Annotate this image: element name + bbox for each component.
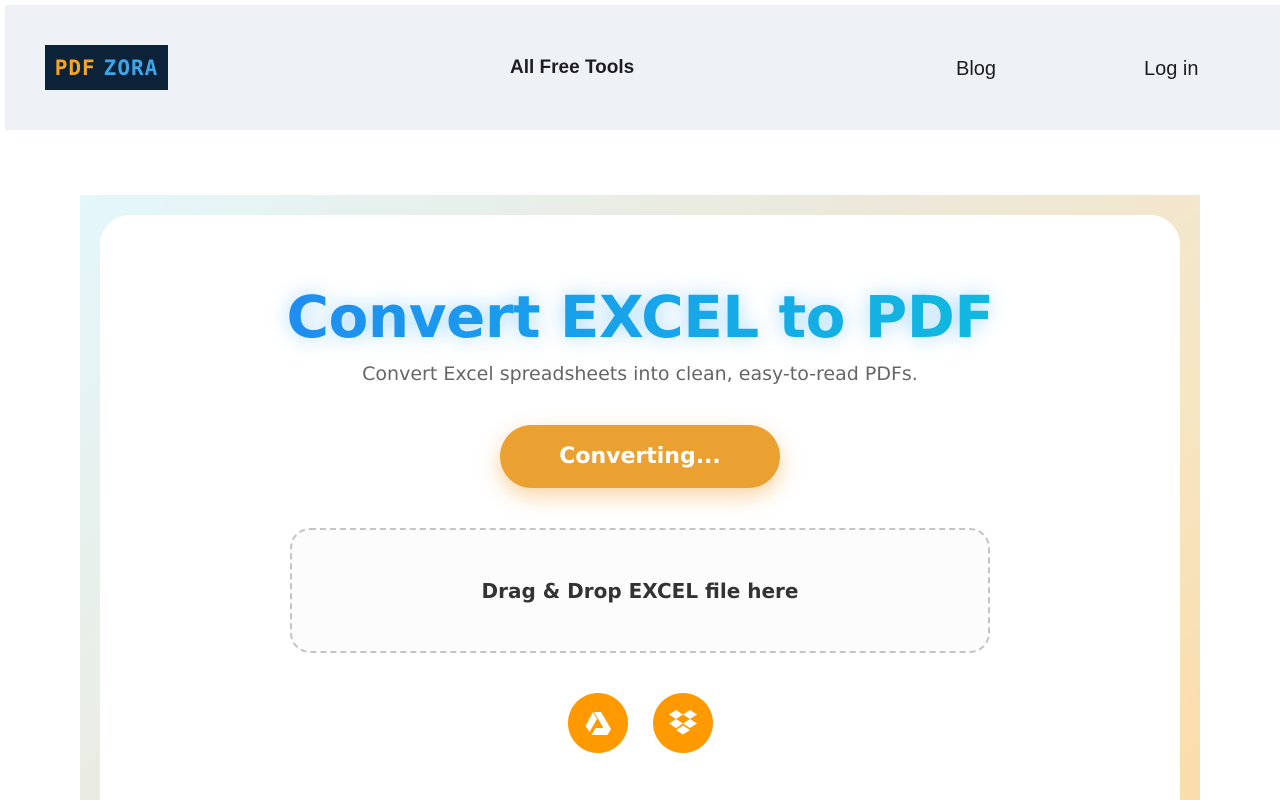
nav-login[interactable]: Log in: [1144, 58, 1199, 81]
site-header: PDF ZORA All Free Tools Blog Log in: [5, 5, 1280, 130]
google-drive-button[interactable]: [568, 693, 628, 753]
logo-text-zora: ZORA: [103, 55, 159, 80]
page-title: Convert EXCEL to PDF: [100, 277, 1180, 357]
site-logo[interactable]: PDF ZORA: [45, 45, 168, 90]
dropbox-button[interactable]: [653, 693, 713, 753]
converter-card: Convert EXCEL to PDF Convert Excel sprea…: [100, 215, 1180, 800]
page-title-text: Convert EXCEL to PDF: [286, 283, 994, 351]
hero-section: Convert EXCEL to PDF Convert Excel sprea…: [80, 195, 1200, 800]
nav-blog[interactable]: Blog: [956, 58, 996, 81]
logo-text-pdf: PDF: [54, 55, 96, 80]
converting-button[interactable]: Converting...: [500, 425, 780, 488]
page-subtitle: Convert Excel spreadsheets into clean, e…: [362, 363, 918, 385]
dropbox-icon: [669, 710, 697, 735]
file-drop-zone[interactable]: Drag & Drop EXCEL file here: [290, 528, 990, 653]
nav-all-free-tools[interactable]: All Free Tools: [510, 57, 634, 79]
drop-zone-text: Drag & Drop EXCEL file here: [481, 578, 799, 603]
google-drive-icon: [585, 712, 611, 735]
